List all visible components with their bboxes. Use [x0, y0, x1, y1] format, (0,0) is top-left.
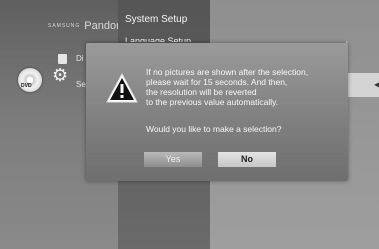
- gear-icon: ⚙: [52, 65, 69, 85]
- message-line-4: to the previous value automatically.: [146, 97, 279, 107]
- dvd-disc-icon: DVD: [18, 68, 42, 92]
- message-line-1: If no pictures are shown after the selec…: [146, 67, 309, 77]
- language-setup-item[interactable]: Language Setup: [125, 36, 191, 42]
- menu-item-di[interactable]: Di: [76, 54, 84, 63]
- arrow-left-icon: ◀: [374, 80, 379, 89]
- dialog-message: If no pictures are shown after the selec…: [146, 67, 342, 107]
- no-button[interactable]: No: [218, 152, 276, 167]
- dvd-label: DVD: [21, 83, 32, 89]
- yes-button[interactable]: Yes: [144, 152, 202, 167]
- document-icon: [58, 54, 67, 64]
- menu-item-settings[interactable]: Se: [76, 80, 86, 89]
- message-line-3: the resolution will be reverted: [146, 87, 257, 97]
- brand-small-label: SAMSUNG: [48, 23, 81, 30]
- tv-menu-screen: SAMSUNG Pandora Di DVD ⚙ Se System Setup …: [0, 0, 379, 249]
- dialog-question: Would you like to make a selection?: [146, 124, 282, 134]
- system-setup-title: System Setup: [125, 14, 188, 25]
- warning-triangle-icon: [106, 73, 138, 103]
- message-line-2: please wait for 15 seconds. And then,: [146, 77, 288, 87]
- confirmation-dialog: If no pictures are shown after the selec…: [86, 43, 348, 181]
- pandora-menu-item[interactable]: SAMSUNG Pandora: [48, 20, 126, 32]
